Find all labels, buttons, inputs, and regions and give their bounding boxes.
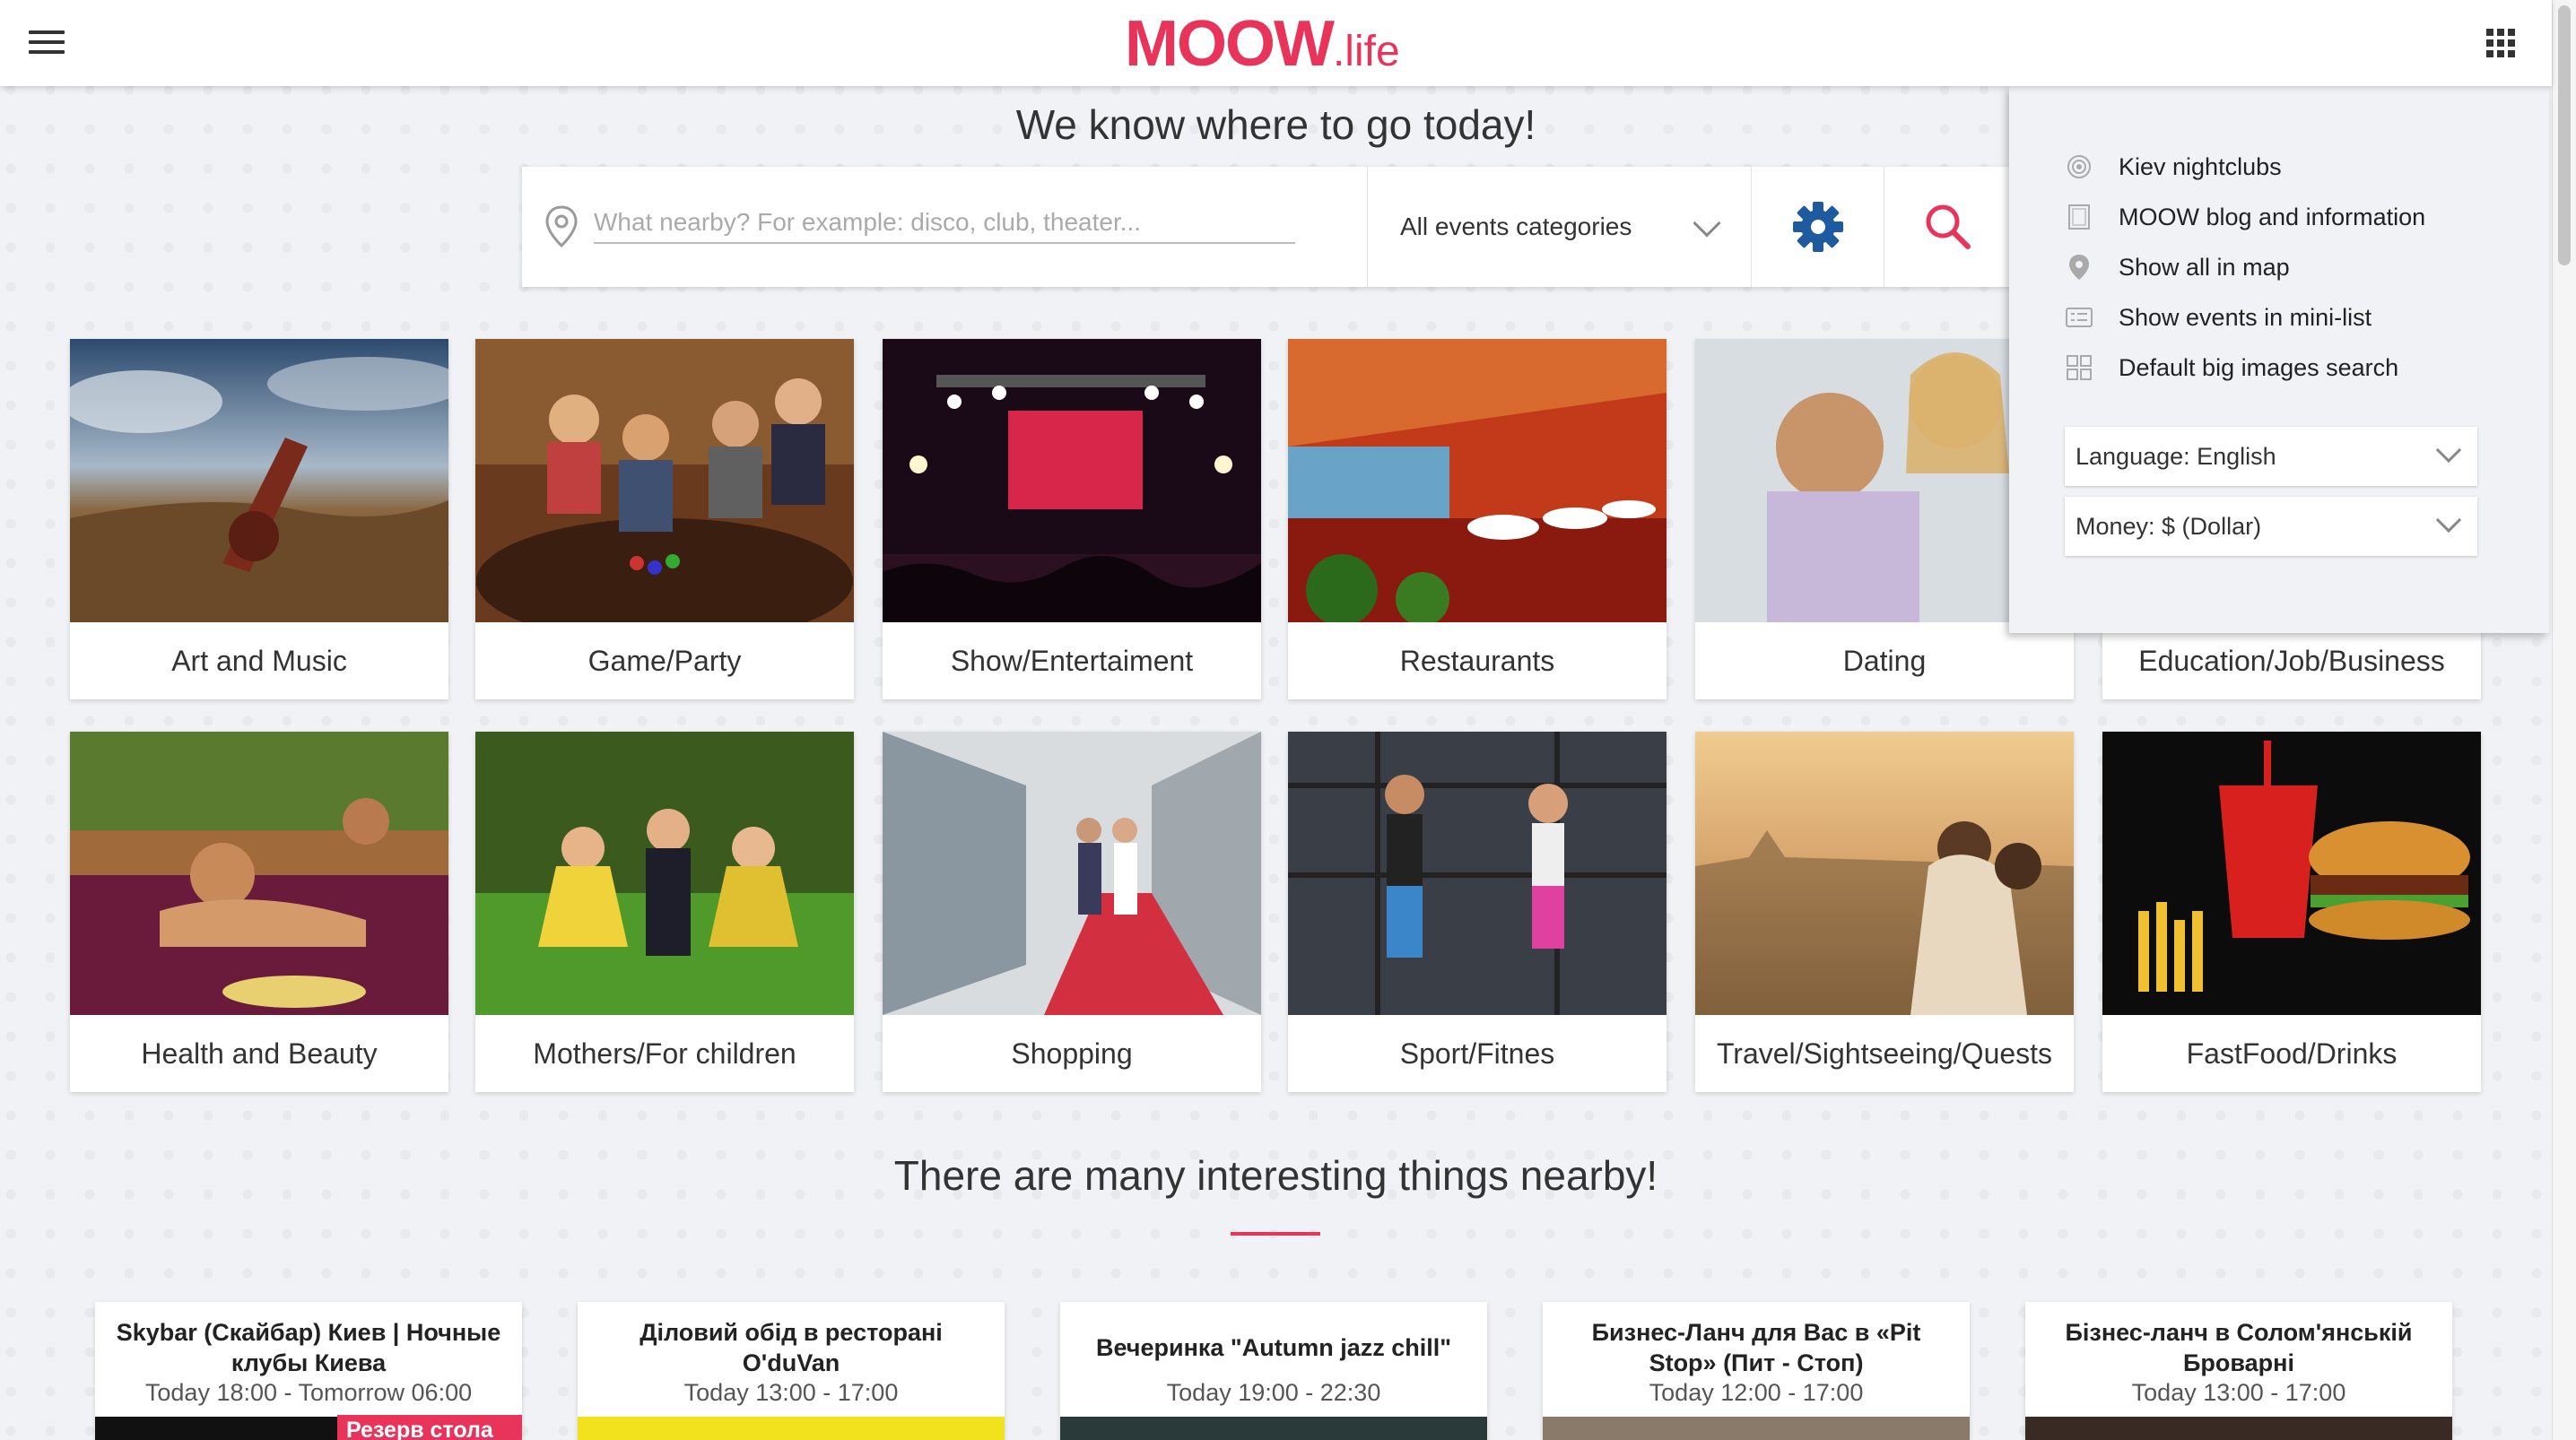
radio-waves-icon [2067, 155, 2091, 178]
category-label: Restaurants [1399, 644, 1555, 677]
category-label: FastFood/Drinks [2186, 1037, 2398, 1070]
category-select-value: All events categories [1400, 213, 1632, 240]
category-tile-travel-sightseeing[interactable]: Travel/Sightseeing/Quests [1695, 732, 2074, 1092]
event-title: Бізнес-ланч в Солом'янській Броварні [2065, 1319, 2413, 1376]
logo-main-text: MOOW [1125, 8, 1335, 80]
event-image [2025, 1417, 2452, 1440]
category-label: Game/Party [587, 644, 742, 677]
menu-item-big-images[interactable]: Default big images search [2065, 348, 2398, 387]
section-divider [1231, 1232, 1320, 1236]
language-select-value: Language: English [2076, 442, 2276, 470]
event-title: Діловий обід в ресторані O'duVan [640, 1319, 943, 1376]
category-label: Travel/Sightseeing/Quests [1716, 1037, 2053, 1070]
chevron-down-icon [1693, 209, 1721, 238]
category-image [2102, 732, 2481, 1015]
event-card[interactable]: Skybar (Скайбар) Киев | Ночные клубы Кие… [95, 1302, 522, 1440]
top-bar: MOOW.life [0, 0, 2552, 86]
event-card[interactable]: Вечеринка "Autumn jazz chill" Today 19:0… [1060, 1302, 1487, 1440]
chevron-down-icon [2435, 437, 2462, 464]
menu-item-label: Default big images search [2119, 353, 2399, 381]
category-label: Mothers/For children [533, 1037, 796, 1070]
menu-item-blog[interactable]: MOOW blog and information [2065, 197, 2425, 237]
category-label: Health and Beauty [141, 1037, 378, 1070]
apps-grid-icon[interactable] [2486, 29, 2515, 57]
event-card[interactable]: Діловий обід в ресторані O'duVan Today 1… [578, 1302, 1005, 1440]
category-image [883, 339, 1261, 622]
map-pin-icon [2069, 255, 2089, 280]
nearby-title: There are many interesting things nearby… [893, 1152, 1658, 1199]
logo-sub-text: .life [1332, 28, 1400, 75]
event-card[interactable]: Бизнес-Ланч для Вас в «Pit Stop» (Пит - … [1543, 1302, 1970, 1440]
category-label: Art and Music [171, 644, 347, 677]
page-scrollbar[interactable] [2552, 0, 2576, 1440]
category-image [1695, 732, 2074, 1015]
event-time: Today 12:00 - 17:00 [1649, 1379, 1864, 1406]
reservation-badge[interactable]: Резерв стола [337, 1415, 522, 1440]
menu-item-kiev-nightclubs[interactable]: Kiev nightclubs [2065, 147, 2282, 187]
event-time: Today 19:00 - 22:30 [1166, 1379, 1381, 1406]
event-title: Вечеринка "Autumn jazz chill" [1095, 1334, 1452, 1361]
category-label: Show/Entertaiment [950, 644, 1194, 677]
logo[interactable]: MOOW.life [1125, 7, 1400, 80]
category-image [475, 732, 854, 1015]
event-card[interactable]: Бізнес-ланч в Солом'янській Броварні Tod… [2025, 1302, 2452, 1440]
settings-dropdown-panel: Kiev nightclubs MOOW blog and informatio… [2009, 86, 2549, 633]
category-tile-show-entertainment[interactable]: Show/Entertaiment [883, 339, 1261, 699]
location-pin-icon [545, 205, 578, 248]
hamburger-menu-icon[interactable] [29, 30, 65, 57]
event-image [1543, 1417, 1970, 1440]
category-tile-health-beauty[interactable]: Health and Beauty [70, 732, 448, 1092]
event-title: Skybar (Скайбар) Киев | Ночные клубы Кие… [116, 1319, 501, 1376]
event-image [578, 1417, 1005, 1440]
category-image [1288, 339, 1667, 622]
money-select[interactable]: Money: $ (Dollar) [2065, 497, 2477, 556]
grid-icon [2067, 355, 2092, 380]
category-tile-art-music[interactable]: Art and Music [70, 339, 448, 699]
event-title: Бизнес-Ланч для Вас в «Pit Stop» (Пит - … [1591, 1319, 1921, 1376]
event-time: Today 18:00 - Tomorrow 06:00 [144, 1379, 473, 1406]
search-button[interactable] [1884, 167, 2011, 287]
menu-item-label: MOOW blog and information [2119, 203, 2426, 230]
gear-icon [1792, 202, 1843, 252]
language-select[interactable]: Language: English [2065, 427, 2477, 486]
menu-item-label: Kiev nightclubs [2119, 152, 2282, 180]
category-select[interactable]: All events categories [1367, 167, 1751, 287]
category-tile-mothers-children[interactable]: Mothers/For children [475, 732, 854, 1092]
category-tile-game-party[interactable]: Game/Party [475, 339, 854, 699]
menu-item-label: Show events in mini-list [2119, 303, 2372, 331]
category-image [70, 339, 448, 622]
category-label: Shopping [1011, 1037, 1133, 1070]
search-input[interactable] [594, 203, 1295, 244]
category-image [475, 339, 854, 622]
search-icon [1926, 204, 1971, 249]
money-select-value: Money: $ (Dollar) [2076, 512, 2262, 540]
category-label: Sport/Fitnes [1399, 1037, 1555, 1070]
menu-item-mini-list[interactable]: Show events in mini-list [2065, 298, 2371, 337]
search-field-wrapper [522, 167, 1367, 287]
category-tile-sport-fitness[interactable]: Sport/Fitnes [1288, 732, 1667, 1092]
event-time: Today 13:00 - 17:00 [683, 1379, 899, 1406]
menu-item-label: Show all in map [2119, 253, 2290, 281]
category-tile-fastfood-drinks[interactable]: FastFood/Drinks [2102, 732, 2481, 1092]
category-image [70, 732, 448, 1015]
category-label: Dating [1842, 644, 1927, 677]
category-tile-restaurants[interactable]: Restaurants [1288, 339, 1667, 699]
category-label: Education/Job/Business [2138, 644, 2445, 677]
category-image [883, 732, 1261, 1015]
scrollbar-thumb[interactable] [2558, 5, 2571, 265]
category-image [1288, 732, 1667, 1015]
search-bar: All events categories [522, 167, 2011, 287]
settings-button[interactable] [1751, 167, 1884, 287]
event-image [1060, 1417, 1487, 1440]
list-card-icon [2066, 308, 2093, 327]
menu-item-show-map[interactable]: Show all in map [2065, 247, 2290, 287]
category-tile-shopping[interactable]: Shopping [883, 732, 1261, 1092]
event-time: Today 13:00 - 17:00 [2131, 1379, 2346, 1406]
chevron-down-icon [2435, 507, 2462, 533]
document-icon [2068, 204, 2090, 230]
